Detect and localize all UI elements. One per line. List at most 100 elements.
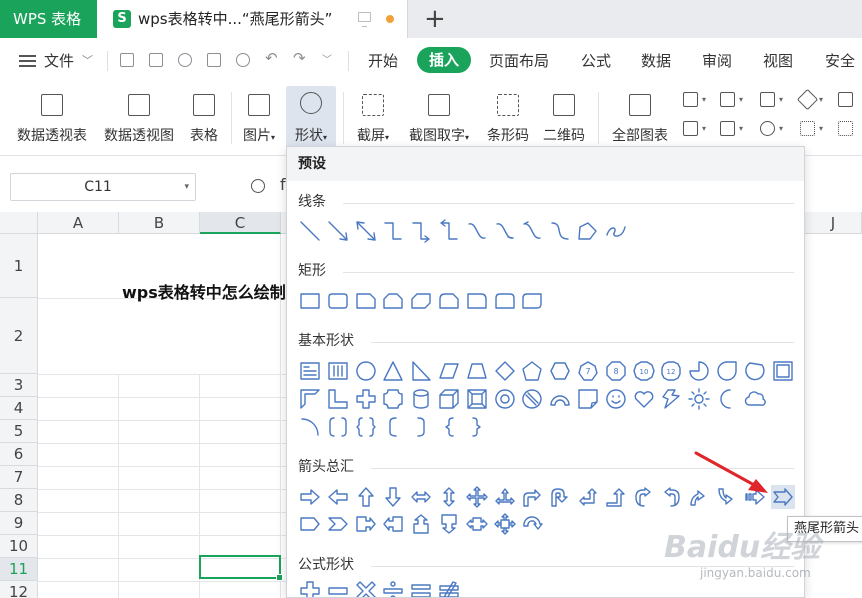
shape-up-arrow-callout-icon[interactable] [409, 512, 433, 536]
shape-right-brace-icon[interactable] [465, 415, 489, 439]
tab-home[interactable]: 开始 [368, 50, 398, 71]
chevron-down-icon[interactable]: ▾ [702, 124, 706, 133]
pie-chart-icon[interactable] [760, 121, 775, 136]
document-tab[interactable]: S wps表格转中...“燕尾形箭头” [97, 0, 408, 38]
chevron-down-icon[interactable]: ▾ [779, 95, 783, 104]
name-box[interactable]: C11 ▾ [10, 173, 196, 201]
shape-half-frame-icon[interactable] [298, 387, 322, 411]
shape-curved-connector-icon[interactable] [465, 219, 489, 243]
shape-hexagon-icon[interactable] [548, 359, 572, 383]
shape-cross-icon[interactable] [354, 387, 378, 411]
shape-left-arrow-callout-icon[interactable] [381, 512, 405, 536]
redo-icon[interactable]: ↷ [293, 49, 306, 67]
shape-up-down-arrow-icon[interactable] [437, 485, 461, 509]
chevron-down-icon[interactable]: ▾ [739, 124, 743, 133]
pivot-table-button[interactable]: 数据透视表 [10, 88, 94, 148]
shape-bevel-icon[interactable] [465, 387, 489, 411]
shape-plaque-icon[interactable] [381, 387, 405, 411]
shape-quad-arrow-callout-icon[interactable] [493, 512, 517, 536]
shape-moon-icon[interactable] [715, 387, 739, 411]
shape-double-brace-icon[interactable] [354, 415, 378, 439]
shape-arc-icon[interactable] [298, 415, 322, 439]
monitor-icon[interactable] [358, 12, 371, 27]
shape-snip-two-corner-rect-icon[interactable] [381, 289, 405, 313]
pivot-chart-button[interactable]: 数据透视图 [98, 88, 180, 148]
shape-u-turn-arrow-icon[interactable] [548, 485, 572, 509]
shape-left-brace-icon[interactable] [437, 415, 461, 439]
shape-pentagon-icon[interactable] [520, 359, 544, 383]
shape-bent-arrow-icon[interactable] [520, 485, 544, 509]
column-header[interactable]: J [805, 212, 862, 234]
row-header[interactable]: 12 [0, 581, 38, 598]
screenshot-button[interactable]: 截屏▾ [348, 88, 398, 148]
shape-left-arrow-icon[interactable] [326, 485, 350, 509]
column-chart-icon[interactable] [683, 92, 698, 107]
row-header[interactable]: 8 [0, 489, 38, 512]
shape-left-right-arrow-icon[interactable] [409, 485, 433, 509]
shape-chevron-arrow-icon[interactable] [326, 512, 350, 536]
shape-snip-corner-rect-icon[interactable] [354, 289, 378, 313]
shape-cloud-icon[interactable] [743, 387, 767, 411]
shape-chord-icon[interactable] [743, 359, 767, 383]
shape-arrow-line-icon[interactable] [326, 219, 350, 243]
shape-curved-right-arrow-icon[interactable] [632, 485, 656, 509]
shape-left-right-up-arrow-icon[interactable] [493, 485, 517, 509]
chevron-down-icon[interactable]: ﹀ [82, 52, 93, 68]
table-button[interactable]: 表格 [184, 88, 224, 148]
chevron-down-icon[interactable]: ▾ [819, 95, 823, 104]
shape-plus-sign-icon[interactable] [298, 579, 322, 597]
shape-minus-sign-icon[interactable] [326, 579, 350, 597]
shape-divide-sign-icon[interactable] [381, 579, 405, 597]
row-header[interactable]: 7 [0, 466, 38, 489]
shape-heart-icon[interactable] [632, 387, 656, 411]
row-header[interactable]: 11 [0, 558, 38, 581]
bar-chart-horizontal-icon[interactable] [720, 92, 735, 107]
chevron-down-icon[interactable]: ▾ [819, 124, 823, 133]
shape-curve-icon[interactable] [548, 219, 572, 243]
mail-chart-icon[interactable] [683, 121, 698, 136]
shape-curved-double-arrow-icon[interactable] [520, 219, 544, 243]
bubble-chart-icon[interactable] [838, 121, 853, 136]
shape-left-up-arrow-icon[interactable] [576, 485, 600, 509]
shape-quad-arrow-icon[interactable] [465, 485, 489, 509]
chevron-down-icon[interactable]: ▾ [702, 95, 706, 104]
export-icon[interactable] [178, 53, 192, 67]
shape-no-symbol-icon[interactable] [520, 387, 544, 411]
chevron-down-icon[interactable]: ▾ [779, 124, 783, 133]
shape-button[interactable]: 形状▾ [286, 86, 336, 150]
shape-round-two-corner-rect-icon[interactable] [493, 289, 517, 313]
row-header[interactable]: 2 [0, 298, 38, 374]
shape-snip-diagonal-rect-icon[interactable] [409, 289, 433, 313]
shape-right-bracket-icon[interactable] [409, 415, 433, 439]
tab-view[interactable]: 视图 [763, 50, 793, 71]
row-header[interactable]: 1 [0, 234, 38, 298]
save-icon[interactable] [149, 53, 163, 67]
shape-pie-icon[interactable] [687, 359, 711, 383]
row-header[interactable]: 5 [0, 420, 38, 443]
tab-data[interactable]: 数据 [641, 50, 671, 71]
shape-lightning-bolt-icon[interactable] [659, 387, 683, 411]
shape-bent-up-arrow-icon[interactable] [604, 485, 628, 509]
shape-decagon-icon[interactable]: 10 [632, 359, 656, 383]
shape-oval-icon[interactable] [354, 359, 378, 383]
shape-heptagon-icon[interactable]: 7 [576, 359, 600, 383]
shape-dodecagon-icon[interactable]: 12 [659, 359, 683, 383]
shape-smiley-face-icon[interactable] [604, 387, 628, 411]
file-menu[interactable]: 文件 [44, 50, 74, 71]
shape-equal-sign-icon[interactable] [409, 579, 433, 597]
row-header[interactable]: 3 [0, 374, 38, 397]
open-folder-icon[interactable] [120, 53, 134, 67]
shape-can-icon[interactable] [409, 387, 433, 411]
zoom-icon[interactable] [251, 179, 265, 193]
shape-double-bracket-icon[interactable] [326, 415, 350, 439]
more-chevron-icon[interactable]: ﹀ [322, 51, 332, 66]
shape-round-diagonal-rect-icon[interactable] [520, 289, 544, 313]
shape-frame-icon[interactable] [771, 359, 795, 383]
shape-block-arc-icon[interactable] [548, 387, 572, 411]
shape-right-triangle-icon[interactable] [409, 359, 433, 383]
tab-security[interactable]: 安全 [825, 50, 855, 71]
shape-line-icon[interactable] [298, 219, 322, 243]
shape-parallelogram-icon[interactable] [437, 359, 461, 383]
tab-insert[interactable]: 插入 [417, 47, 471, 73]
app-tab-wps-spreadsheet[interactable]: WPS 表格 [0, 0, 97, 38]
